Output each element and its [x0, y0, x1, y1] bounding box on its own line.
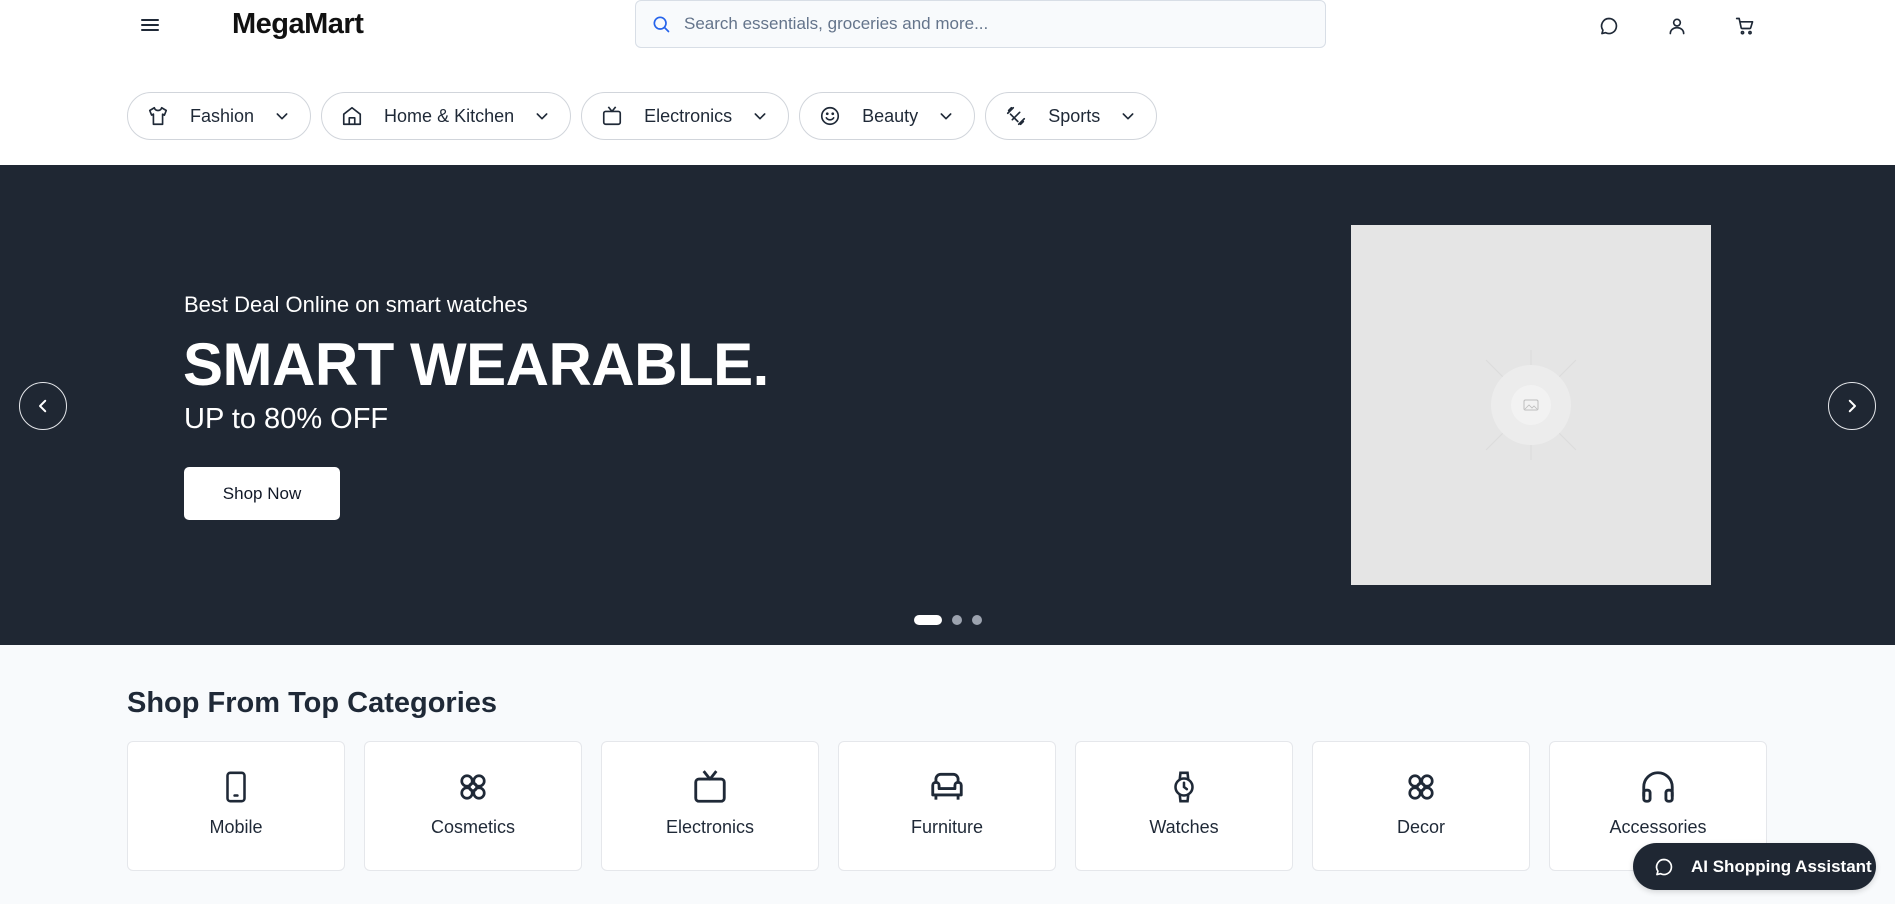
sofa-icon — [927, 767, 967, 807]
nav-pill-label: Beauty — [862, 105, 919, 126]
nav-pill-home-kitchen[interactable]: Home & Kitchen — [321, 92, 572, 140]
category-card-furniture[interactable]: Furniture — [838, 741, 1056, 871]
shirt-icon — [146, 104, 170, 128]
search-input[interactable] — [684, 14, 1284, 34]
tv-icon — [600, 104, 624, 128]
nav-pill-beauty[interactable]: Beauty — [799, 92, 976, 140]
category-card-mobile[interactable]: Mobile — [127, 741, 345, 871]
category-card-cosmetics[interactable]: Cosmetics — [364, 741, 582, 871]
hero-offer: UP to 80% OFF — [184, 403, 389, 435]
nav-pill-label: Home & Kitchen — [384, 105, 515, 126]
nav-pill-sports[interactable]: Sports — [985, 92, 1158, 140]
hero-title: SMART WEARABLE. — [183, 331, 769, 398]
user-icon — [1669, 18, 1685, 35]
menu-button[interactable] — [136, 12, 164, 38]
category-label: Decor — [1396, 817, 1445, 837]
nav-pill-electronics[interactable]: Electronics — [581, 92, 790, 140]
section-title: Shop From Top Categories — [127, 687, 498, 719]
ai-assistant-button[interactable]: AI Shopping Assistant — [1633, 843, 1876, 890]
hero-next-button[interactable] — [1828, 382, 1876, 430]
chat-icon — [1653, 856, 1675, 878]
category-grid: Mobile Cosmetics Electronics Furniture W… — [127, 741, 1767, 871]
cart-button[interactable] — [1731, 12, 1759, 40]
headphones-icon — [1638, 767, 1678, 807]
chevron-right-icon — [1848, 399, 1856, 413]
site-header: MegaMart — [0, 0, 1895, 52]
category-card-decor[interactable]: Decor — [1312, 741, 1530, 871]
search-bar[interactable] — [635, 0, 1326, 48]
nav-pill-label: Sports — [1048, 105, 1101, 126]
nav-pill-label: Electronics — [644, 105, 733, 126]
site-logo[interactable]: MegaMart — [232, 8, 364, 41]
chevron-down-icon — [1118, 106, 1138, 126]
top-categories-section: Shop From Top Categories Mobile Cosmetic… — [0, 645, 1895, 904]
category-label: Accessories — [1609, 817, 1707, 837]
ai-assistant-label: AI Shopping Assistant — [1691, 856, 1872, 876]
flower-icon — [453, 767, 493, 807]
category-label: Watches — [1149, 817, 1219, 837]
chevron-down-icon — [272, 106, 292, 126]
carousel-dot-3[interactable] — [972, 615, 982, 625]
chat-button[interactable] — [1595, 12, 1623, 40]
menu-icon — [141, 19, 159, 31]
chevron-left-icon — [39, 399, 47, 413]
hero-product-image — [1351, 225, 1711, 585]
watch-icon — [1164, 767, 1204, 807]
hero-subtitle: Best Deal Online on smart watches — [184, 292, 528, 317]
category-nav: Fashion Home & Kitchen Electronics Beaut… — [127, 92, 1158, 140]
category-card-watches[interactable]: Watches — [1075, 741, 1293, 871]
category-label: Electronics — [665, 817, 755, 837]
chevron-down-icon — [750, 106, 770, 126]
home-icon — [340, 104, 364, 128]
hero-banner: Best Deal Online on smart watches SMART … — [0, 165, 1895, 645]
dumbbell-icon — [1004, 104, 1028, 128]
category-label: Cosmetics — [430, 817, 515, 837]
chevron-down-icon — [532, 106, 552, 126]
flower-icon — [1401, 767, 1441, 807]
image-placeholder-icon — [1485, 350, 1577, 460]
tv-icon — [690, 767, 730, 807]
smile-icon — [818, 104, 842, 128]
nav-pill-fashion[interactable]: Fashion — [127, 92, 312, 140]
cart-icon — [1735, 17, 1754, 35]
nav-pill-label: Fashion — [190, 105, 255, 126]
chevron-down-icon — [936, 106, 956, 126]
account-button[interactable] — [1663, 12, 1691, 40]
category-label: Furniture — [910, 817, 984, 837]
hero-prev-button[interactable] — [19, 382, 67, 430]
smartphone-icon — [216, 767, 256, 807]
carousel-dots — [914, 615, 982, 625]
category-card-electronics[interactable]: Electronics — [601, 741, 819, 871]
category-label: Mobile — [209, 817, 263, 837]
chat-icon — [1600, 17, 1618, 35]
search-icon — [650, 13, 672, 35]
shop-now-button[interactable]: Shop Now — [184, 467, 340, 520]
carousel-dot-2[interactable] — [952, 615, 962, 625]
carousel-dot-1[interactable] — [914, 615, 942, 625]
